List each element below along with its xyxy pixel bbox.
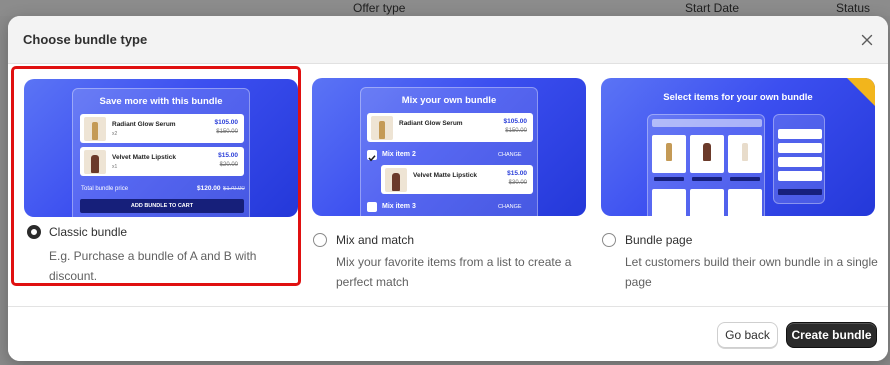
preview-total-label: Total bundle price — [81, 186, 129, 192]
checkbox-empty-icon — [367, 202, 377, 212]
modal-footer: Go back Create bundle — [8, 306, 888, 361]
option-classic-bundle[interactable]: Save more with this bundle Radiant Glow … — [11, 66, 301, 286]
classic-bundle-label: Classic bundle — [49, 225, 128, 239]
choose-bundle-modal: Choose bundle type Save more with this b… — [8, 16, 888, 361]
mix-and-match-radio[interactable] — [313, 233, 327, 247]
preview-panel: Save more with this bundle Radiant Glow … — [72, 88, 250, 217]
create-bundle-button[interactable]: Create bundle — [786, 322, 877, 348]
preview-title: Mix your own bundle — [401, 95, 497, 106]
close-icon — [861, 34, 873, 46]
checkbox-checked-icon — [367, 150, 377, 162]
option-mix-and-match[interactable]: Mix your own bundle Radiant Glow Serum $… — [312, 66, 602, 289]
preview-bundle-sidebar — [773, 114, 825, 204]
preview-panel: Mix your own bundle Radiant Glow Serum $… — [360, 87, 538, 216]
column-start-date: Start Date — [685, 1, 740, 15]
background-table-header: Offer type Start Date Status — [0, 0, 890, 16]
mix-and-match-preview: Mix your own bundle Radiant Glow Serum $… — [312, 78, 586, 216]
preview-item-row: Velvet Matte Lipstick x1 $15.00 $20.00 — [80, 147, 244, 176]
preview-item-row: Velvet Matte Lipstick $15.00 $30.00 — [381, 165, 533, 194]
preview-total-price: $120.00 — [197, 185, 221, 192]
mix-and-match-description: Mix your favorite items from a list to c… — [336, 255, 572, 289]
change-link: CHANGE — [498, 204, 522, 210]
change-link: CHANGE — [498, 152, 522, 158]
mix-item-3-label: Mix item 3 — [382, 203, 416, 210]
preview-add-to-cart: ADD BUNDLE TO CART — [80, 199, 244, 213]
mix-item-2-label: Mix item 2 — [382, 151, 416, 158]
column-offer-type: Offer type — [353, 1, 406, 15]
classic-bundle-description: E.g. Purchase a bundle of A and B with d… — [49, 249, 257, 283]
bundle-page-preview: Select items for your own bundle — [601, 78, 875, 216]
preview-title: Select items for your own bundle — [663, 92, 813, 103]
go-back-button[interactable]: Go back — [717, 322, 778, 348]
serum-thumbnail — [84, 117, 106, 141]
lipstick-thumbnail — [385, 168, 407, 192]
bundle-page-label: Bundle page — [625, 233, 693, 247]
preview-item-row: Radiant Glow Serum $105.00 $150.00 — [367, 113, 533, 142]
modal-header: Choose bundle type — [8, 16, 888, 64]
preview-title: Save more with this bundle — [99, 96, 223, 107]
preview-product-grid — [647, 114, 765, 216]
classic-bundle-preview: Save more with this bundle Radiant Glow … — [24, 79, 298, 217]
preview-item-row: Radiant Glow Serum x2 $105.00 $150.00 — [80, 114, 244, 143]
preview-total-old: $170.00 — [223, 186, 245, 192]
bundle-page-radio[interactable] — [602, 233, 616, 247]
bundle-page-description: Let customers build their own bundle in … — [625, 255, 878, 289]
serum-thumbnail — [371, 116, 393, 140]
column-status: Status — [836, 1, 871, 15]
close-button[interactable] — [856, 29, 878, 51]
mix-and-match-label: Mix and match — [336, 233, 415, 247]
modal-title: Choose bundle type — [23, 32, 148, 47]
classic-bundle-radio[interactable] — [27, 225, 41, 239]
option-bundle-page[interactable]: Select items for your own bundle Bundle … — [601, 66, 888, 289]
lipstick-thumbnail — [84, 150, 106, 174]
